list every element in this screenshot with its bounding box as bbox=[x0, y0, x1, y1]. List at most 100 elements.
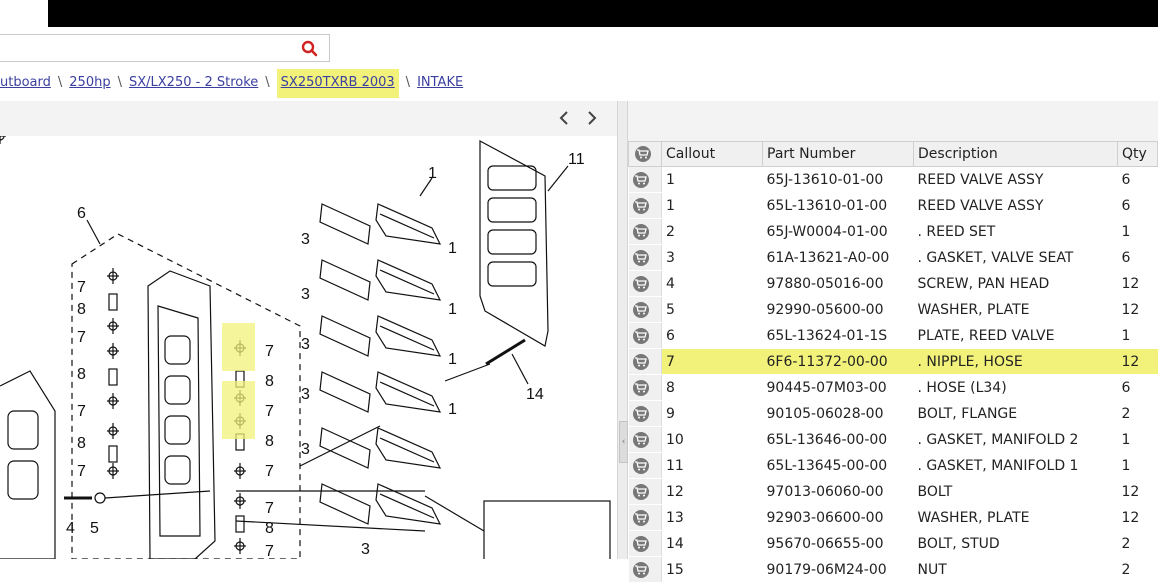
add-to-cart-cell bbox=[628, 218, 662, 245]
cart-icon[interactable] bbox=[632, 405, 649, 422]
svg-text:14: 14 bbox=[526, 386, 544, 403]
table-row[interactable]: 15 90179-06M24-00 NUT 2 bbox=[628, 556, 1158, 583]
cell-qty: 12 bbox=[1117, 348, 1158, 375]
add-to-cart-cell bbox=[628, 556, 662, 583]
cart-icon[interactable] bbox=[632, 249, 649, 266]
cell-description: . NIPPLE, HOSE bbox=[913, 348, 1118, 375]
svg-text:1: 1 bbox=[428, 165, 437, 182]
cell-callout: 4 bbox=[661, 270, 763, 297]
add-to-cart-cell bbox=[628, 244, 662, 271]
add-to-cart-cell bbox=[628, 530, 662, 557]
cell-qty: 12 bbox=[1117, 296, 1158, 323]
svg-text:8: 8 bbox=[265, 520, 274, 537]
add-to-cart-cell bbox=[628, 192, 662, 219]
pane-splitter[interactable]: ‹ bbox=[617, 101, 628, 559]
breadcrumb-current-highlight: SX250TXRB 2003 bbox=[276, 69, 399, 98]
search-icon[interactable] bbox=[301, 40, 319, 58]
diagram-toolbar bbox=[0, 101, 617, 137]
table-row[interactable]: 12 97013-06060-00 BOLT 12 bbox=[628, 478, 1158, 505]
breadcrumb-item[interactable]: utboard bbox=[0, 75, 51, 90]
breadcrumb-item[interactable]: 250hp bbox=[69, 75, 110, 90]
svg-text:3: 3 bbox=[301, 286, 310, 303]
cart-icon[interactable] bbox=[632, 171, 649, 188]
table-row[interactable]: 9 90105-06028-00 BOLT, FLANGE 2 bbox=[628, 400, 1158, 427]
cart-icon[interactable] bbox=[632, 509, 649, 526]
cell-callout: 9 bbox=[661, 400, 763, 427]
table-row[interactable]: 3 61A-13621-A0-00. GASKET, VALVE SEAT 6 bbox=[628, 244, 1158, 271]
cart-icon[interactable] bbox=[632, 223, 649, 240]
cell-part-number: 92990-05600-00 bbox=[762, 296, 914, 323]
cell-description: BOLT, STUD bbox=[913, 530, 1118, 557]
svg-text:7: 7 bbox=[265, 403, 274, 420]
table-row[interactable]: 8 90445-07M03-00. HOSE (L34) 6 bbox=[628, 374, 1158, 401]
svg-text:7: 7 bbox=[77, 463, 86, 480]
column-header-part-number[interactable]: Part Number bbox=[762, 141, 914, 167]
table-row[interactable]: 5 92990-05600-00 WASHER, PLATE 12 bbox=[628, 296, 1158, 323]
cell-callout: 1 bbox=[661, 192, 763, 219]
cart-icon[interactable] bbox=[632, 301, 649, 318]
cell-callout: 2 bbox=[661, 218, 763, 245]
splitter-handle[interactable]: ‹ bbox=[619, 421, 628, 463]
table-row[interactable]: 7 6F6-11372-00-00. NIPPLE, HOSE 12 bbox=[628, 348, 1158, 375]
table-row[interactable]: 6 65L-13624-01-1S PLATE, REED VALVE 1 bbox=[628, 322, 1158, 349]
cart-icon[interactable] bbox=[632, 483, 649, 500]
cart-icon[interactable] bbox=[632, 535, 649, 552]
cell-part-number: 61A-13621-A0-00 bbox=[762, 244, 914, 271]
cell-qty: 1 bbox=[1117, 452, 1158, 479]
cart-icon[interactable] bbox=[632, 431, 649, 448]
cell-part-number: 65L-13646-00-00 bbox=[762, 426, 914, 453]
svg-text:1: 1 bbox=[448, 351, 457, 368]
chevron-right-icon[interactable] bbox=[585, 110, 599, 126]
column-header-callout[interactable]: Callout bbox=[661, 141, 763, 167]
cart-icon[interactable] bbox=[632, 561, 649, 578]
cell-description: REED VALVE ASSY bbox=[913, 192, 1118, 219]
cell-qty: 2 bbox=[1117, 400, 1158, 427]
table-row[interactable]: 13 92903-06600-00 WASHER, PLATE 12 bbox=[628, 504, 1158, 531]
cart-icon[interactable] bbox=[632, 379, 649, 396]
table-row[interactable]: 11 65L-13645-00-00. GASKET, MANIFOLD 11 bbox=[628, 452, 1158, 479]
cell-qty: 6 bbox=[1117, 192, 1158, 219]
svg-text:8: 8 bbox=[77, 301, 86, 318]
cell-callout: 15 bbox=[661, 556, 763, 583]
cell-part-number: 92903-06600-00 bbox=[762, 504, 914, 531]
cart-icon[interactable] bbox=[632, 353, 649, 370]
cell-qty: 1 bbox=[1117, 322, 1158, 349]
svg-text:3: 3 bbox=[361, 541, 370, 558]
svg-text:8: 8 bbox=[77, 366, 86, 383]
cell-qty: 6 bbox=[1117, 166, 1158, 193]
add-to-cart-cell bbox=[628, 478, 662, 505]
cart-icon[interactable] bbox=[632, 327, 649, 344]
svg-text:1: 1 bbox=[448, 240, 457, 257]
search-input[interactable] bbox=[0, 34, 330, 62]
cell-callout: 1 bbox=[661, 166, 763, 193]
breadcrumb-item[interactable]: SX250TXRB 2003 bbox=[281, 75, 395, 90]
cell-part-number: 65J-W0004-01-00 bbox=[762, 218, 914, 245]
table-row[interactable]: 1 65J-13610-01-00 REED VALVE ASSY 6 bbox=[628, 166, 1158, 193]
cell-part-number: 90105-06028-00 bbox=[762, 400, 914, 427]
table-row[interactable]: 1 65L-13610-01-00 REED VALVE ASSY 6 bbox=[628, 192, 1158, 219]
breadcrumb-item[interactable]: SX/LX250 - 2 Stroke bbox=[129, 75, 258, 90]
svg-text:3: 3 bbox=[301, 336, 310, 353]
table-row[interactable]: 10 65L-13646-00-00. GASKET, MANIFOLD 21 bbox=[628, 426, 1158, 453]
svg-text:8: 8 bbox=[77, 435, 86, 452]
parts-diagram[interactable]: 6 111 11 333 333 11 14 45 7777 888 777 77… bbox=[0, 136, 617, 559]
cart-icon[interactable] bbox=[635, 146, 651, 162]
svg-text:11: 11 bbox=[568, 151, 585, 168]
cell-part-number: 65J-13610-01-00 bbox=[762, 166, 914, 193]
add-to-cart-cell bbox=[628, 296, 662, 323]
cell-qty: 1 bbox=[1117, 218, 1158, 245]
cart-icon[interactable] bbox=[632, 457, 649, 474]
table-row[interactable]: 2 65J-W0004-01-00. REED SET 1 bbox=[628, 218, 1158, 245]
chevron-left-icon[interactable] bbox=[557, 110, 571, 126]
breadcrumb-item[interactable]: INTAKE bbox=[417, 75, 463, 90]
table-row[interactable]: 4 97880-05016-00 SCREW, PAN HEAD 12 bbox=[628, 270, 1158, 297]
breadcrumb-separator: \ bbox=[265, 75, 270, 90]
cell-qty: 2 bbox=[1117, 530, 1158, 557]
column-header-qty[interactable]: Qty bbox=[1117, 141, 1158, 167]
column-header-description[interactable]: Description bbox=[913, 141, 1118, 167]
cart-icon[interactable] bbox=[632, 275, 649, 292]
cell-description: . GASKET, VALVE SEAT bbox=[913, 244, 1118, 271]
cart-icon[interactable] bbox=[632, 197, 649, 214]
table-row[interactable]: 14 95670-06655-00 BOLT, STUD 2 bbox=[628, 530, 1158, 557]
cell-description: . GASKET, MANIFOLD 1 bbox=[913, 452, 1118, 479]
